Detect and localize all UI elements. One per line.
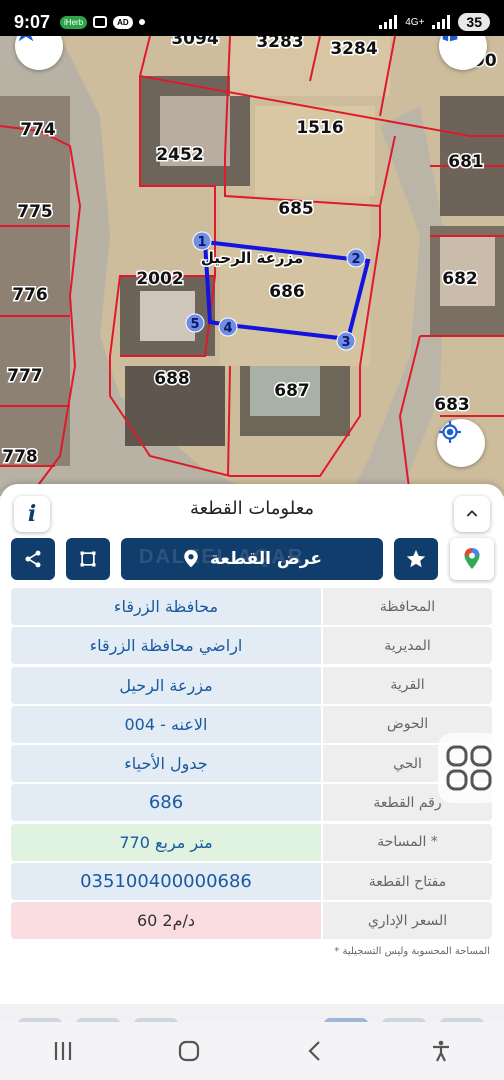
iherb-notification-icon: iHerb [60,15,88,29]
status-time: 9:07 [14,11,51,32]
area-footnote: * المساحة المحسوبة وليس التسجيلية [334,946,490,957]
google-maps-button[interactable] [450,538,494,580]
parcel-info-table: محافظة الزرقاء المحافظة اراضي محافظة الز… [11,588,492,942]
table-row: محافظة الزرقاء المحافظة [11,588,492,625]
show-parcel-label: عرض القطعة [210,549,322,569]
share-button[interactable] [11,538,55,580]
village-value: مزرعة الرحيل [11,666,321,704]
sheet-header: i معلومات القطعة [0,484,504,540]
table-row: 770 متر مربع المساحة * [11,823,492,861]
signal-icon [379,15,398,29]
parcel-label: 2452 [156,145,203,165]
star-icon [406,549,426,568]
parcel-label: 687 [274,381,310,401]
directorate-value: اراضي محافظة الزرقاء [11,627,321,665]
signal-icon-2 [432,15,451,29]
parcel-label: 1516 [296,118,343,138]
table-row: 686 رقم القطعة [11,784,492,822]
vertex-label-3: 3 [341,335,350,350]
google-maps-icon [464,548,480,569]
satellite-map[interactable]: 1 2 3 4 5 3094 3283 3284 3090 774 1516 2… [0,36,504,496]
parcel-label: 3094 [171,36,218,49]
map-canvas[interactable]: 1 2 3 4 5 3094 3283 3284 3090 774 1516 2… [0,36,504,496]
favorite-button[interactable] [394,538,438,580]
action-row: DALEEL AQAR عرض القطعة [0,538,504,582]
vertex-label-2: 2 [351,252,360,267]
table-row: اراضي محافظة الزرقاء المديرية [11,627,492,665]
sheet-title: معلومات القطعة [189,498,315,519]
neighborhood-value: جدول الأحياء [11,745,321,783]
chevron-up-icon [466,510,478,517]
navigation-arrow-icon [18,36,34,42]
parcel-label: 686 [269,282,305,302]
directorate-label: المديرية [323,627,492,665]
parcel-label: 2002 [136,269,183,289]
my-location-button[interactable] [437,419,485,467]
battery-level: 35 [458,13,490,31]
parcel-label: 682 [442,269,478,289]
table-row: 60 د/م2 السعر الإداري [11,902,492,940]
village-map-label: مزرعة الرحيل [201,249,303,267]
vertex-label-1: 1 [197,235,206,250]
more-notifications-icon [138,19,145,25]
accessibility-icon [433,1040,449,1062]
parcel-label: 3283 [256,36,303,52]
recent-apps-button[interactable] [33,1026,93,1076]
village-label: القرية [323,666,492,704]
basin-value: الاعنه - 004 [11,705,321,743]
parcel-label: 688 [154,369,190,389]
area-value: 770 متر مربع [11,823,321,861]
parcel-label: 777 [7,366,43,386]
home-icon [178,1040,200,1062]
system-nav-bar [0,1022,504,1080]
screenshot-icon [93,16,108,28]
admin-price-label: السعر الإداري [323,902,492,940]
table-row: مزرعة الرحيل القرية [11,666,492,704]
ad-notification-icon: AD [113,15,133,29]
collapse-button[interactable] [454,496,490,532]
book-map-icon [442,36,458,42]
governorate-value: محافظة الزرقاء [11,588,321,625]
area-label: المساحة * [323,823,492,861]
accessibility-button[interactable] [411,1026,471,1076]
back-icon [308,1041,320,1061]
polygon-select-icon [80,551,96,567]
block-west [0,96,70,466]
location-pin-icon [184,550,198,568]
back-button[interactable] [285,1026,345,1076]
parcel-info-sheet: i معلومات القطعة DALEEL AQAR عرض القطعة … [0,484,504,1024]
network-type: 4G+ [405,16,425,28]
grid-icon [446,745,492,791]
app-grid-button[interactable] [438,733,500,803]
parcel-label: 683 [434,395,470,415]
parcel-number-value: 686 [11,784,321,822]
governorate-label: المحافظة [323,588,492,625]
roof [140,291,195,341]
gps-target-icon [439,421,461,443]
admin-price-value: 60 د/م2 [11,902,321,940]
parcel-key-label: مفتاح القطعة [323,863,492,901]
home-button[interactable] [159,1026,219,1076]
table-row: الاعنه - 004 الحوض [11,705,492,743]
show-parcel-button[interactable]: DALEEL AQAR عرض القطعة [121,538,383,580]
table-row: 035100400000686 مفتاح القطعة [11,863,492,901]
table-row: جدول الأحياء الحي [11,745,492,783]
parcel-label: 778 [2,447,38,467]
vertex-label-5: 5 [190,317,199,332]
recents-icon [54,1042,72,1060]
parcel-label: 3284 [330,39,377,59]
parcel-label: 685 [278,199,314,219]
measure-area-button[interactable] [66,538,110,580]
vertex-label-4: 4 [223,321,232,336]
parcel-label: 774 [20,120,56,140]
parcel-label: 775 [17,202,53,222]
parcel-key-value[interactable]: 035100400000686 [11,863,321,901]
parcel-label: 776 [12,285,48,305]
share-icon [25,550,41,568]
parcel-label: 681 [448,152,484,172]
